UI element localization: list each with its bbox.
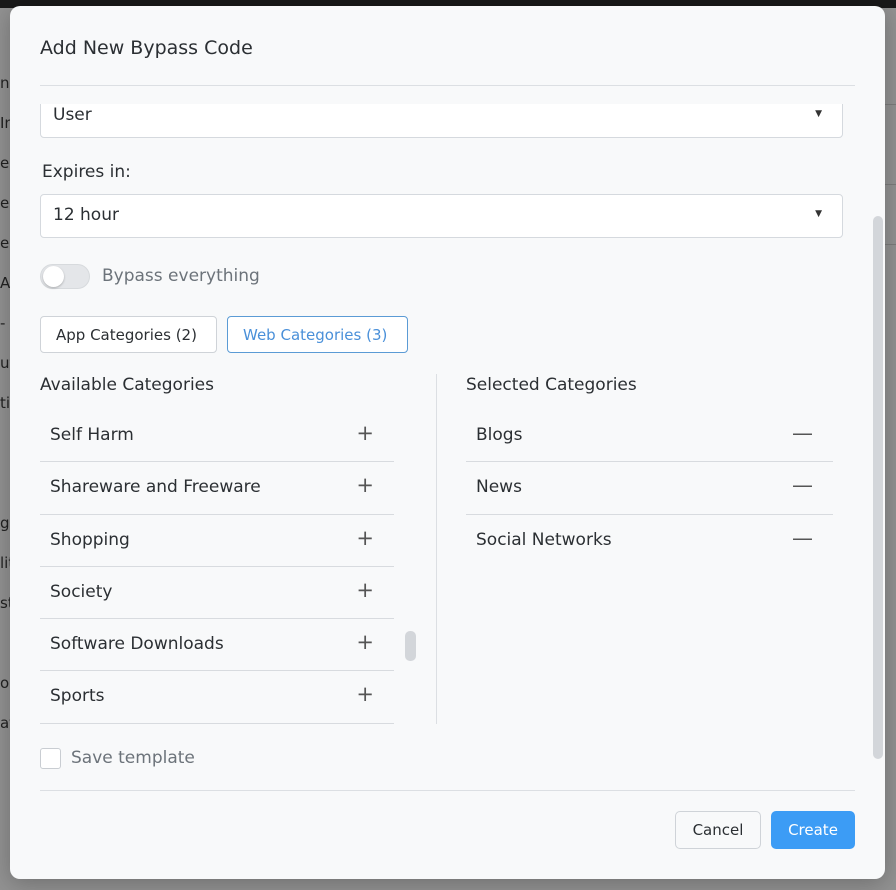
bypass-everything-toggle[interactable]	[40, 264, 90, 289]
add-icon[interactable]: +	[356, 632, 374, 653]
category-label: Self Harm	[50, 425, 134, 445]
add-bypass-code-dialog: Add New Bypass Code User ▼ Expires in: 1…	[10, 6, 885, 879]
available-categories-heading: Available Categories	[40, 375, 214, 395]
chevron-down-icon: ▼	[815, 209, 822, 219]
dialog-scrollbar[interactable]	[873, 216, 883, 759]
cancel-button[interactable]: Cancel	[675, 811, 761, 849]
category-label: Shareware and Freeware	[50, 477, 261, 498]
expires-select[interactable]: 12 hour ▼	[40, 194, 843, 238]
category-label: Sports	[50, 686, 105, 707]
remove-icon[interactable]: —	[792, 423, 813, 444]
category-label: Shopping	[50, 529, 130, 550]
category-label: Social Networks	[476, 529, 612, 550]
save-template-label: Save template	[71, 748, 195, 768]
available-categories-list: Self Harm + Shareware and Freeware + Sho…	[40, 410, 394, 724]
dialog-body[interactable]: User ▼ Expires in: 12 hour ▼ Bypass ever…	[10, 104, 885, 784]
save-template-checkbox[interactable]	[40, 748, 61, 769]
dialog-title: Add New Bypass Code	[40, 37, 253, 59]
list-item: Software Downloads +	[40, 619, 394, 672]
column-divider	[436, 374, 437, 724]
available-list-scrollbar[interactable]	[405, 631, 416, 661]
add-icon[interactable]: +	[356, 684, 374, 705]
selected-categories-heading: Selected Categories	[466, 375, 637, 395]
header-divider	[40, 85, 855, 86]
create-button[interactable]: Create	[771, 811, 855, 849]
category-label: Blogs	[476, 425, 523, 445]
remove-icon[interactable]: —	[792, 527, 813, 549]
list-item: Social Networks —	[466, 515, 833, 567]
expires-label: Expires in:	[42, 162, 131, 182]
category-label: News	[476, 477, 522, 498]
list-item: Self Harm +	[40, 410, 394, 463]
add-icon[interactable]: +	[356, 475, 374, 496]
chevron-down-icon: ▼	[815, 109, 822, 119]
selected-categories-list: Blogs — News — Social Networks —	[466, 410, 833, 567]
expires-select-value: 12 hour	[53, 205, 119, 225]
tab-app-categories[interactable]: App Categories (2)	[40, 316, 217, 353]
add-icon[interactable]: +	[356, 527, 374, 549]
tab-web-categories[interactable]: Web Categories (3)	[227, 316, 408, 353]
remove-icon[interactable]: —	[792, 475, 813, 496]
list-item: Sports +	[40, 671, 394, 724]
footer-divider	[40, 790, 855, 791]
list-item: Blogs —	[466, 410, 833, 463]
bypass-everything-label: Bypass everything	[102, 266, 260, 286]
category-label: Software Downloads	[50, 634, 224, 655]
add-icon[interactable]: +	[356, 423, 374, 444]
list-item: News —	[466, 462, 833, 515]
list-item: Society +	[40, 567, 394, 620]
add-icon[interactable]: +	[356, 579, 374, 601]
list-item: Shareware and Freeware +	[40, 462, 394, 515]
list-item: Shopping +	[40, 515, 394, 567]
toggle-knob	[43, 266, 64, 287]
type-select[interactable]: User ▼	[40, 104, 843, 138]
category-label: Society	[50, 581, 113, 602]
type-select-value: User	[53, 105, 92, 125]
